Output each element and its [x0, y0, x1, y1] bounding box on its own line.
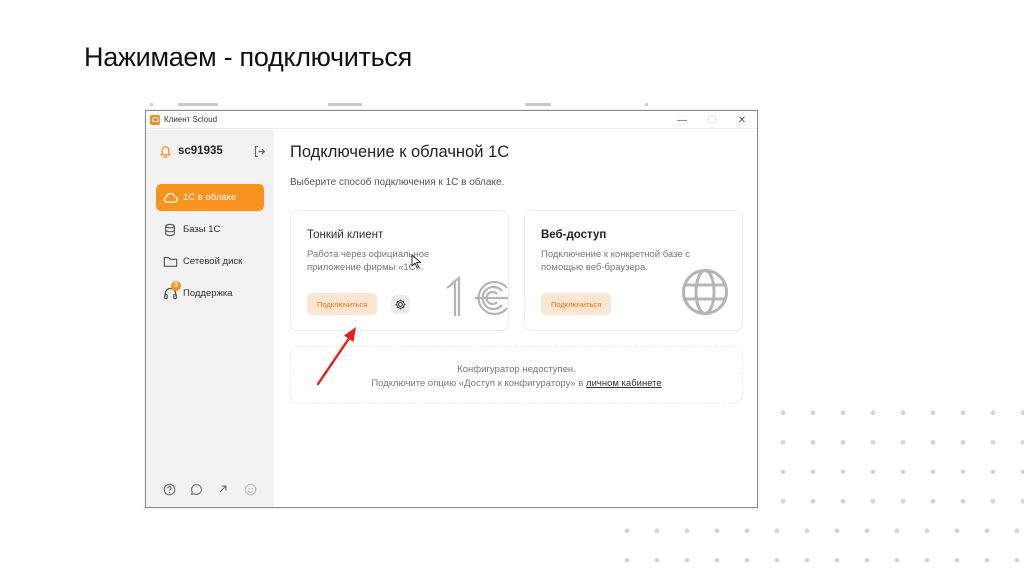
- minimize-button[interactable]: —: [667, 111, 697, 129]
- username: sc91935: [178, 145, 223, 157]
- mouse-cursor-icon: [411, 254, 421, 268]
- app-window: Клиент Scloud — ☐ ✕ sc91935 1С в облаке …: [145, 110, 758, 508]
- settings-gear-icon[interactable]: [391, 295, 410, 314]
- maximize-button[interactable]: ☐: [697, 111, 727, 129]
- sidebar-item-label: 1С в облаке: [183, 192, 237, 203]
- bell-icon[interactable]: [158, 144, 172, 158]
- app-body: sc91935 1С в облаке Базы 1С Сетевой диск…: [146, 130, 757, 507]
- sidebar-item-support[interactable]: 3 Поддержка: [156, 280, 264, 307]
- cloud-icon: [162, 190, 178, 206]
- headset-icon: 3: [162, 280, 181, 302]
- web-access-card: Веб-доступ Подключение к конкретной базе…: [524, 210, 743, 331]
- window-title: Клиент Scloud: [164, 115, 218, 124]
- user-row: sc91935: [158, 143, 266, 159]
- annotation-arrow-icon: [316, 327, 356, 386]
- chat-icon[interactable]: [189, 482, 203, 496]
- database-icon: [162, 222, 178, 238]
- sidebar-item-label: Базы 1С: [183, 224, 221, 235]
- sidebar-item-label: Поддержка: [183, 288, 233, 299]
- app-logo-icon: [150, 114, 160, 125]
- dot-pattern: [768, 398, 1024, 526]
- configurator-hint-text: Подключите опцию «Доступ к конфигуратору…: [371, 378, 587, 389]
- card-title: Тонкий клиент: [307, 229, 384, 241]
- card-title: Веб-доступ: [541, 229, 607, 241]
- sidebar-item-databases[interactable]: Базы 1С: [156, 216, 264, 243]
- sidebar-item-label: Сетевой диск: [183, 256, 243, 267]
- sidebar: sc91935 1С в облаке Базы 1С Сетевой диск…: [146, 130, 274, 507]
- slide-title: Нажимаем - подключиться: [84, 42, 412, 72]
- sidebar-item-1c-cloud[interactable]: 1С в облаке: [156, 184, 264, 211]
- logout-icon[interactable]: [252, 144, 266, 158]
- web-access-connect-button[interactable]: Подключиться: [541, 293, 612, 315]
- 1c-logo-icon: [446, 276, 508, 316]
- folder-icon: [162, 254, 178, 270]
- main-content: Подключение к облачной 1С Выберите спосо…: [274, 130, 757, 507]
- close-button[interactable]: ✕: [727, 111, 757, 129]
- title-bar[interactable]: Клиент Scloud — ☐ ✕: [146, 111, 757, 129]
- thin-client-card: Тонкий клиент Работа через официальное п…: [290, 210, 509, 331]
- sidebar-nav: 1С в облаке Базы 1С Сетевой диск 3 Подде…: [156, 184, 264, 312]
- sidebar-footer: [162, 482, 257, 496]
- sidebar-item-network-disk[interactable]: Сетевой диск: [156, 248, 264, 275]
- support-badge: 3: [171, 280, 181, 291]
- personal-cabinet-link[interactable]: личном кабинете: [586, 378, 662, 389]
- globe-icon: [682, 269, 728, 315]
- smile-icon[interactable]: [243, 482, 257, 496]
- page-title: Подключение к облачной 1С: [290, 143, 510, 161]
- page-subtitle: Выберите способ подключения к 1С в облак…: [290, 177, 505, 188]
- window-controls: — ☐ ✕: [667, 111, 757, 128]
- external-link-icon[interactable]: [216, 482, 230, 496]
- dot-pattern: [612, 516, 1024, 574]
- card-description: Работа через официальное приложение фирм…: [307, 249, 430, 273]
- help-icon[interactable]: [162, 482, 176, 496]
- thin-client-connect-button[interactable]: Подключиться: [307, 293, 378, 315]
